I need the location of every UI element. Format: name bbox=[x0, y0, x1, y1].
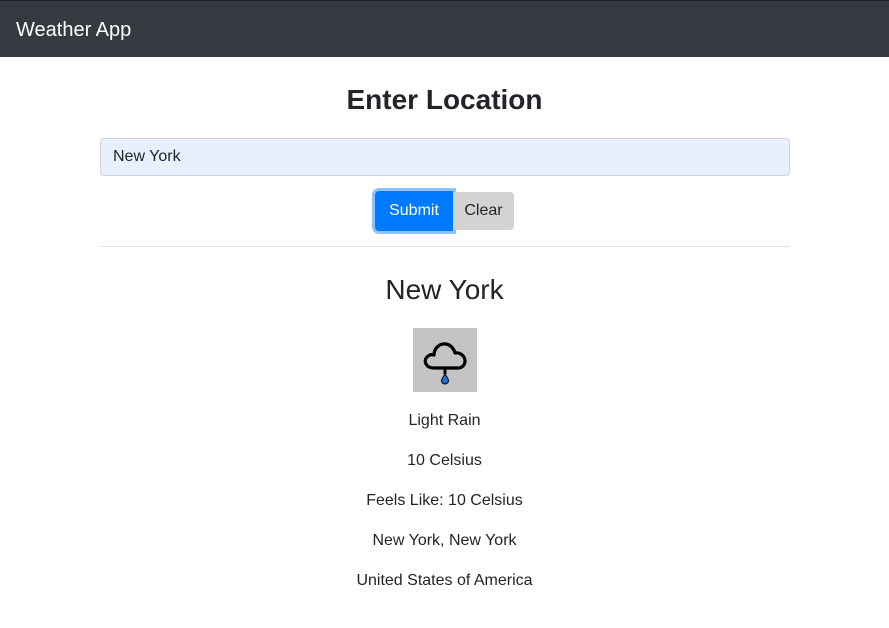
location-input[interactable] bbox=[100, 138, 790, 176]
region: New York, New York bbox=[372, 532, 517, 549]
feels-like: Feels Like: 10 Celsius bbox=[366, 492, 523, 509]
navbar: Weather App bbox=[0, 0, 889, 57]
country: United States of America bbox=[356, 572, 533, 589]
divider bbox=[100, 246, 790, 247]
page-title: Enter Location bbox=[346, 84, 543, 115]
clear-button[interactable]: Clear bbox=[453, 192, 514, 230]
weather-icon bbox=[413, 328, 477, 392]
rain-cloud-icon bbox=[423, 342, 467, 385]
submit-button[interactable]: Submit bbox=[375, 191, 453, 231]
weather-condition: Light Rain bbox=[408, 412, 481, 429]
city-heading: New York bbox=[385, 274, 504, 305]
navbar-brand[interactable]: Weather App bbox=[16, 18, 131, 42]
temperature: 10 Celsius bbox=[407, 452, 482, 469]
